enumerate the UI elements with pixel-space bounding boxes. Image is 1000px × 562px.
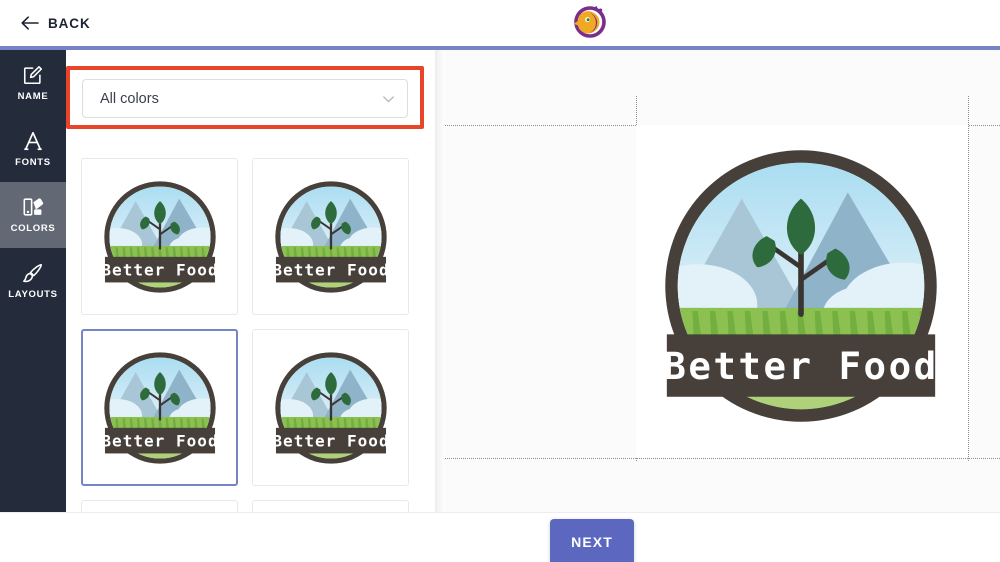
color-filter-area: All colors — [66, 50, 435, 145]
sidebar-nav: NAME FONTS COLORS LAYOUTS — [0, 50, 66, 512]
paintbrush-icon — [23, 263, 43, 283]
sidebar-item-layouts-label: LAYOUTS — [8, 289, 58, 300]
logo-maker-app: BACK NAME FONTS COLORS LAYOUTS All color… — [0, 0, 1000, 562]
panel-divider — [435, 50, 445, 512]
logo-variant-2: Better Food — [267, 173, 395, 301]
svg-text:Better Food: Better Food — [663, 344, 938, 388]
logo-variant-3: Better Food — [96, 344, 224, 472]
footer-bar: NEXT — [0, 512, 1000, 562]
color-swatch-icon — [23, 198, 44, 216]
logo-thumbnail[interactable]: Better Food — [252, 500, 409, 512]
svg-text:Better Food: Better Food — [272, 260, 389, 279]
top-bar: BACK — [0, 0, 1000, 46]
logo-thumbnail[interactable]: Better Food — [81, 500, 238, 512]
sidebar-item-fonts[interactable]: FONTS — [0, 116, 66, 182]
logo-variant-4: Better Food — [267, 344, 395, 472]
logo-thumbnail[interactable]: Better Food — [252, 329, 409, 486]
arrow-left-icon — [21, 16, 39, 30]
sidebar-item-name-label: NAME — [17, 91, 49, 102]
sidebar-item-layouts[interactable]: LAYOUTS — [0, 248, 66, 314]
sidebar-item-fonts-label: FONTS — [15, 157, 51, 168]
sidebar-item-name[interactable]: NAME — [0, 50, 66, 116]
back-button[interactable]: BACK — [21, 16, 91, 31]
logo-preview[interactable]: Better Food — [645, 130, 957, 442]
logo-preview-area: Better Food — [445, 50, 1000, 512]
svg-text:Better Food: Better Food — [272, 431, 389, 450]
logo-thumbnail[interactable]: Better Food — [81, 158, 238, 315]
color-filter-select[interactable]: All colors — [82, 79, 408, 118]
bird-logo-icon[interactable] — [569, 4, 611, 42]
guide-line-bottom — [445, 458, 1000, 459]
edit-square-icon — [23, 66, 43, 85]
sidebar-item-colors[interactable]: COLORS — [0, 182, 66, 248]
svg-text:Better Food: Better Food — [101, 260, 218, 279]
color-filter-value: All colors — [100, 90, 159, 107]
svg-text:Better Food: Better Food — [101, 431, 218, 450]
guide-line-right — [968, 96, 969, 461]
letter-a-icon — [24, 131, 42, 151]
next-button[interactable]: NEXT — [550, 519, 634, 562]
sidebar-item-colors-label: COLORS — [10, 223, 56, 234]
logo-thumbnail-scroll[interactable]: Better Food Better Food Better Food Bett… — [66, 145, 435, 512]
logo-thumbnail[interactable]: Better Food — [252, 158, 409, 315]
logo-variant-1: Better Food — [96, 173, 224, 301]
back-button-label: BACK — [48, 15, 91, 31]
chevron-down-icon — [383, 96, 394, 103]
logo-variants-panel: All colors Better Food Better Food Bette… — [66, 50, 435, 512]
logo-thumbnail[interactable]: Better Food — [81, 329, 238, 486]
logo-thumbnail-grid: Better Food Better Food Better Food Bett… — [66, 145, 435, 512]
